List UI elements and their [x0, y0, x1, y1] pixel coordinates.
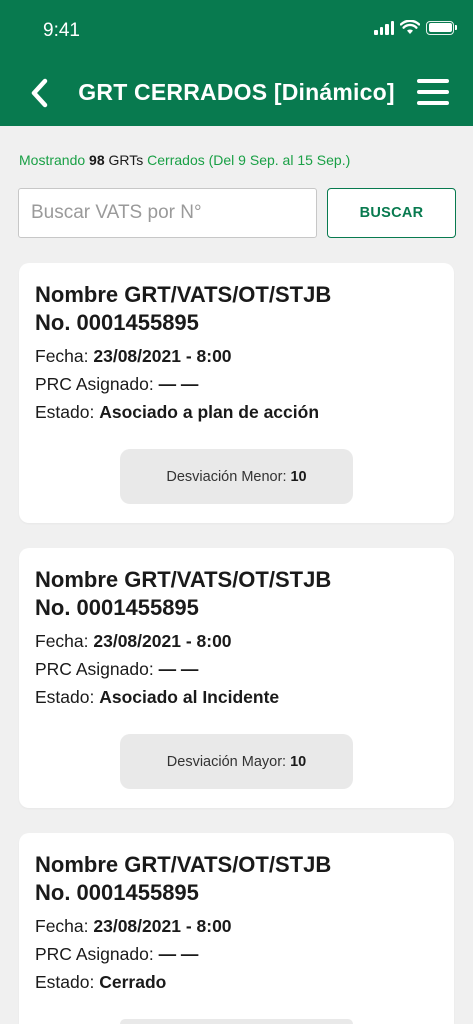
page-title: GRT CERRADOS [Dinámico]: [78, 79, 395, 105]
search-button[interactable]: BUSCAR: [327, 188, 456, 238]
estado-label: Estado:: [35, 402, 95, 422]
hamburger-menu-icon-bar: [417, 90, 449, 94]
prc-label: PRC Asignado:: [35, 944, 154, 964]
card-title-number: No. 0001455895: [35, 595, 199, 620]
estado-label: Estado:: [35, 972, 95, 992]
deviation-value: 10: [290, 753, 307, 770]
status-icons: [374, 20, 457, 35]
grt-card[interactable]: Nombre GRT/VATS/OT/STJB No. 0001455895 F…: [19, 548, 454, 808]
results-summary: Mostrando 98 GRTs Cerrados (Del 9 Sep. a…: [19, 152, 350, 168]
fecha-field: Fecha: 23/08/2021 - 8:00: [35, 631, 232, 652]
prc-value: — —: [158, 659, 199, 679]
card-title: Nombre GRT/VATS/OT/STJB No. 0001455895: [35, 851, 331, 907]
fecha-label: Fecha:: [35, 346, 89, 366]
status-time: 9:41: [43, 20, 80, 41]
deviation-label: Desviación Menor:: [166, 468, 287, 485]
prc-field: PRC Asignado: — —: [35, 659, 198, 680]
card-title: Nombre GRT/VATS/OT/STJB No. 0001455895: [35, 281, 331, 337]
card-title-name: Nombre GRT/VATS/OT/STJB: [35, 852, 332, 877]
estado-field: Estado: Asociado a plan de acción: [35, 402, 319, 423]
nav-bar: GRT CERRADOS [Dinámico]: [0, 60, 473, 126]
hamburger-menu-icon-bar: [417, 101, 449, 105]
prc-field: PRC Asignado: — —: [35, 944, 198, 965]
summary-suffix: Cerrados (Del 9 Sep. al 15 Sep.): [147, 152, 351, 168]
fecha-value: 23/08/2021 - 8:00: [93, 346, 232, 366]
battery-icon: [426, 20, 457, 35]
deviation-value: 10: [290, 468, 307, 485]
fecha-field: Fecha: 23/08/2021 - 8:00: [35, 346, 232, 367]
app-header: 9:41 GRT CERRADOS [Dinámico]: [0, 0, 473, 126]
deviation-badge: Desviación Menor: 10: [120, 449, 353, 504]
search-row: BUSCAR: [18, 188, 456, 238]
grt-card[interactable]: Nombre GRT/VATS/OT/STJB No. 0001455895 F…: [19, 833, 454, 1024]
menu-button[interactable]: [417, 77, 449, 107]
estado-value: Cerrado: [99, 972, 167, 992]
estado-label: Estado:: [35, 687, 95, 707]
fecha-label: Fecha:: [35, 631, 89, 651]
card-title-name: Nombre GRT/VATS/OT/STJB: [35, 567, 332, 592]
fecha-label: Fecha:: [35, 916, 89, 936]
estado-field: Estado: Cerrado: [35, 972, 166, 993]
prc-value: — —: [158, 374, 199, 394]
summary-unit: GRTs: [108, 152, 144, 168]
wifi-icon: [400, 20, 420, 34]
deviation-badge: [120, 1019, 353, 1024]
prc-field: PRC Asignado: — —: [35, 374, 198, 395]
deviation-badge: Desviación Mayor: 10: [120, 734, 353, 789]
fecha-value: 23/08/2021 - 8:00: [93, 916, 232, 936]
fecha-field: Fecha: 23/08/2021 - 8:00: [35, 916, 232, 937]
summary-count: 98: [89, 152, 105, 168]
deviation-label: Desviación Mayor:: [166, 753, 287, 770]
card-title-name: Nombre GRT/VATS/OT/STJB: [35, 282, 332, 307]
cellular-signal-icon: [374, 20, 394, 35]
estado-value: Asociado a plan de acción: [99, 402, 320, 422]
hamburger-menu-icon: [417, 79, 449, 83]
summary-prefix: Mostrando: [19, 152, 86, 168]
fecha-value: 23/08/2021 - 8:00: [93, 631, 232, 651]
card-title-number: No. 0001455895: [35, 880, 199, 905]
grt-card[interactable]: Nombre GRT/VATS/OT/STJB No. 0001455895 F…: [19, 263, 454, 523]
search-input[interactable]: [18, 188, 317, 238]
estado-field: Estado: Asociado al Incidente: [35, 687, 279, 708]
prc-label: PRC Asignado:: [35, 374, 154, 394]
status-bar: 9:41: [0, 0, 473, 60]
estado-value: Asociado al Incidente: [99, 687, 280, 707]
prc-label: PRC Asignado:: [35, 659, 154, 679]
card-title-number: No. 0001455895: [35, 310, 199, 335]
prc-value: — —: [158, 944, 199, 964]
card-title: Nombre GRT/VATS/OT/STJB No. 0001455895: [35, 566, 331, 622]
